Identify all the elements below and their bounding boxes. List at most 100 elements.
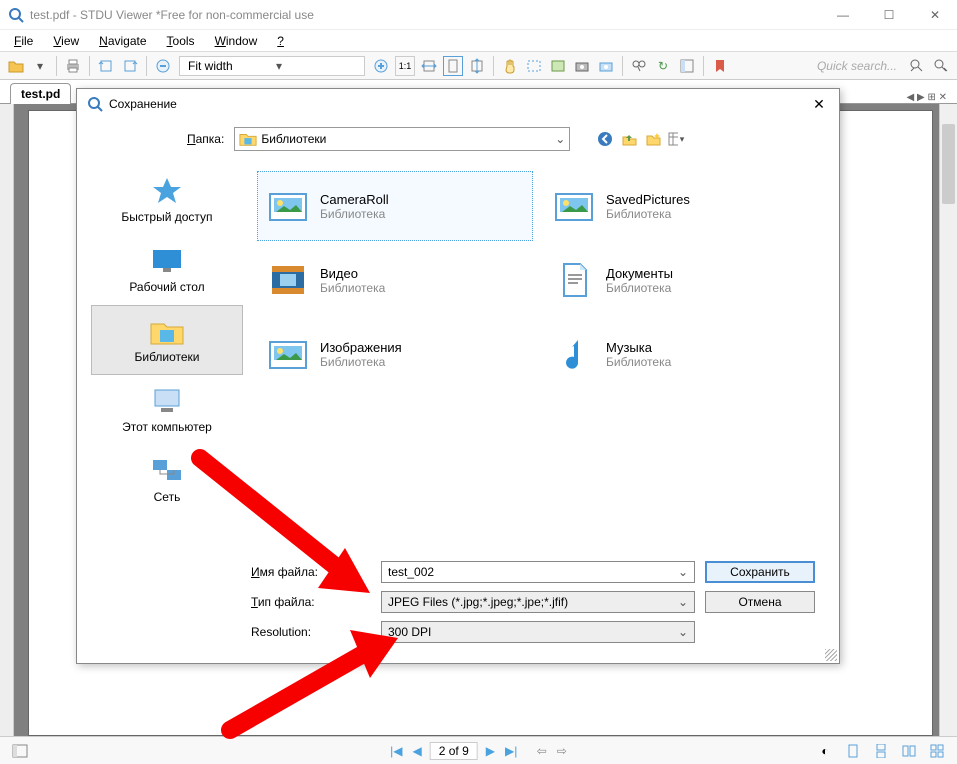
- dialog-close-button[interactable]: ✕: [809, 96, 829, 113]
- rotate-left-icon[interactable]: [96, 56, 116, 76]
- file-item[interactable]: SavedPicturesБиблиотека: [543, 171, 819, 241]
- resize-grip[interactable]: [825, 649, 837, 661]
- save-dialog: Сохранение ✕ Папка: Библиотеки ⌄ ▾ Быстр…: [76, 88, 840, 664]
- brightness-icon[interactable]: ◐: [815, 741, 835, 761]
- file-item[interactable]: МузыкаБиблиотека: [543, 319, 819, 389]
- tabbar-controls[interactable]: ◀ ▶ ⊞ ✕: [907, 92, 947, 103]
- quick-search-prev-icon[interactable]: [907, 56, 927, 76]
- file-item[interactable]: ИзображенияБиблиотека: [257, 319, 533, 389]
- print-icon[interactable]: [63, 56, 83, 76]
- view-menu-icon[interactable]: ▾: [668, 130, 686, 148]
- select-text-icon[interactable]: [524, 56, 544, 76]
- file-subtitle: Библиотека: [320, 355, 402, 369]
- zoom-out-icon[interactable]: [153, 56, 173, 76]
- open-dd-icon[interactable]: ▾: [30, 56, 50, 76]
- status-left-icon[interactable]: [10, 741, 30, 761]
- libraries-icon: [239, 131, 257, 147]
- dialog-app-icon: [87, 96, 103, 112]
- music-icon: [552, 334, 596, 374]
- facing-icon[interactable]: [899, 741, 919, 761]
- menu-window[interactable]: Window: [207, 32, 266, 50]
- fit-page-icon[interactable]: [443, 56, 463, 76]
- file-item[interactable]: CameraRollБиблиотека: [257, 171, 533, 241]
- filetype-combo[interactable]: JPEG Files (*.jpg;*.jpeg;*.jpe;*.jfif) ⌄: [381, 591, 695, 613]
- pic-icon: [552, 186, 596, 226]
- file-item[interactable]: ВидеоБиблиотека: [257, 245, 533, 315]
- zoom-in-icon[interactable]: [371, 56, 391, 76]
- file-subtitle: Библиотека: [606, 207, 690, 221]
- pc-icon: [149, 386, 185, 416]
- toolbar: ▾ Fit width ▾ 1:1 ↻ Quick search...: [0, 52, 957, 80]
- save-button[interactable]: Сохранить: [705, 561, 815, 583]
- filename-input[interactable]: test_002 ⌄: [381, 561, 695, 583]
- chevron-down-icon: ⌄: [678, 625, 688, 639]
- scrollbar-thumb[interactable]: [942, 124, 955, 204]
- pic-icon: [266, 186, 310, 226]
- quick-search-next-icon[interactable]: [931, 56, 951, 76]
- menu-navigate[interactable]: Navigate: [91, 32, 154, 50]
- filetype-value: JPEG Files (*.jpg;*.jpeg;*.jpe;*.jfif): [388, 595, 568, 609]
- place-libraries[interactable]: Библиотеки: [91, 305, 243, 375]
- zoom-combo[interactable]: Fit width ▾: [179, 56, 365, 76]
- folder-value: Библиотеки: [261, 132, 326, 146]
- single-page-icon[interactable]: [843, 741, 863, 761]
- snapshot2-icon[interactable]: [596, 56, 616, 76]
- menu-tools[interactable]: Tools: [159, 32, 203, 50]
- menubar: File View Navigate Tools Window ?: [0, 30, 957, 52]
- pic-icon: [266, 334, 310, 374]
- file-item[interactable]: ДокументыБиблиотека: [543, 245, 819, 315]
- quick-search-input[interactable]: Quick search...: [809, 57, 905, 75]
- place-desktop[interactable]: Рабочий стол: [91, 235, 243, 305]
- minimize-button[interactable]: —: [829, 8, 857, 22]
- last-page-button[interactable]: ▶|: [503, 744, 519, 758]
- menu-help[interactable]: ?: [269, 32, 292, 50]
- select-image-icon[interactable]: [548, 56, 568, 76]
- actual-size-icon[interactable]: 1:1: [395, 56, 415, 76]
- find-icon[interactable]: [629, 56, 649, 76]
- cancel-button[interactable]: Отмена: [705, 591, 815, 613]
- first-page-button[interactable]: |◀: [388, 744, 404, 758]
- new-folder-icon[interactable]: [644, 130, 662, 148]
- statusbar: |◀ ◀ 2 of 9 ▶ ▶| ⇦ ⇨ ◐: [0, 736, 957, 764]
- filename-value: test_002: [388, 565, 434, 579]
- folder-combo[interactable]: Библиотеки ⌄: [234, 127, 570, 151]
- next-page-button[interactable]: ▶: [484, 744, 497, 758]
- menu-file[interactable]: File: [6, 32, 41, 50]
- resolution-combo[interactable]: 300 DPI ⌄: [381, 621, 695, 643]
- dialog-titlebar: Сохранение ✕: [77, 89, 839, 119]
- menu-view[interactable]: View: [45, 32, 87, 50]
- grid-icon[interactable]: [927, 741, 947, 761]
- snapshot-icon[interactable]: [572, 56, 592, 76]
- up-folder-icon[interactable]: [620, 130, 638, 148]
- resolution-value: 300 DPI: [388, 625, 431, 639]
- forward-button[interactable]: ⇨: [555, 744, 569, 758]
- side-panel-collapsed[interactable]: [0, 104, 14, 736]
- place-label: Рабочий стол: [129, 280, 204, 294]
- file-list[interactable]: CameraRollБиблиотекаSavedPicturesБиблиот…: [251, 165, 825, 561]
- rotate-right-icon[interactable]: [120, 56, 140, 76]
- place-pc[interactable]: Этот компьютер: [91, 375, 243, 445]
- find-next-icon[interactable]: ↻: [653, 56, 673, 76]
- back-nav-icon[interactable]: [596, 130, 614, 148]
- bookmark-icon[interactable]: [710, 56, 730, 76]
- video-icon: [266, 260, 310, 300]
- close-button[interactable]: ✕: [921, 8, 949, 22]
- sidebar-icon[interactable]: [677, 56, 697, 76]
- document-tab[interactable]: test.pd: [10, 83, 71, 104]
- prev-page-button[interactable]: ◀: [411, 744, 424, 758]
- continuous-icon[interactable]: [871, 741, 891, 761]
- places-bar: Быстрый доступ Рабочий стол БиблиотекиЭтот…: [91, 165, 243, 561]
- folder-label: Папка:: [187, 132, 224, 146]
- place-network[interactable]: Сеть: [91, 445, 243, 515]
- page-number-input[interactable]: 2 of 9: [430, 742, 478, 760]
- place-star[interactable]: Быстрый доступ: [91, 165, 243, 235]
- maximize-button[interactable]: ☐: [875, 8, 903, 22]
- desktop-icon: [149, 246, 185, 276]
- open-icon[interactable]: [6, 56, 26, 76]
- back-button[interactable]: ⇦: [535, 744, 549, 758]
- fit-width-icon[interactable]: [419, 56, 439, 76]
- vertical-scrollbar[interactable]: [939, 104, 957, 736]
- app-icon: [8, 7, 24, 23]
- hand-tool-icon[interactable]: [500, 56, 520, 76]
- fit-height-icon[interactable]: [467, 56, 487, 76]
